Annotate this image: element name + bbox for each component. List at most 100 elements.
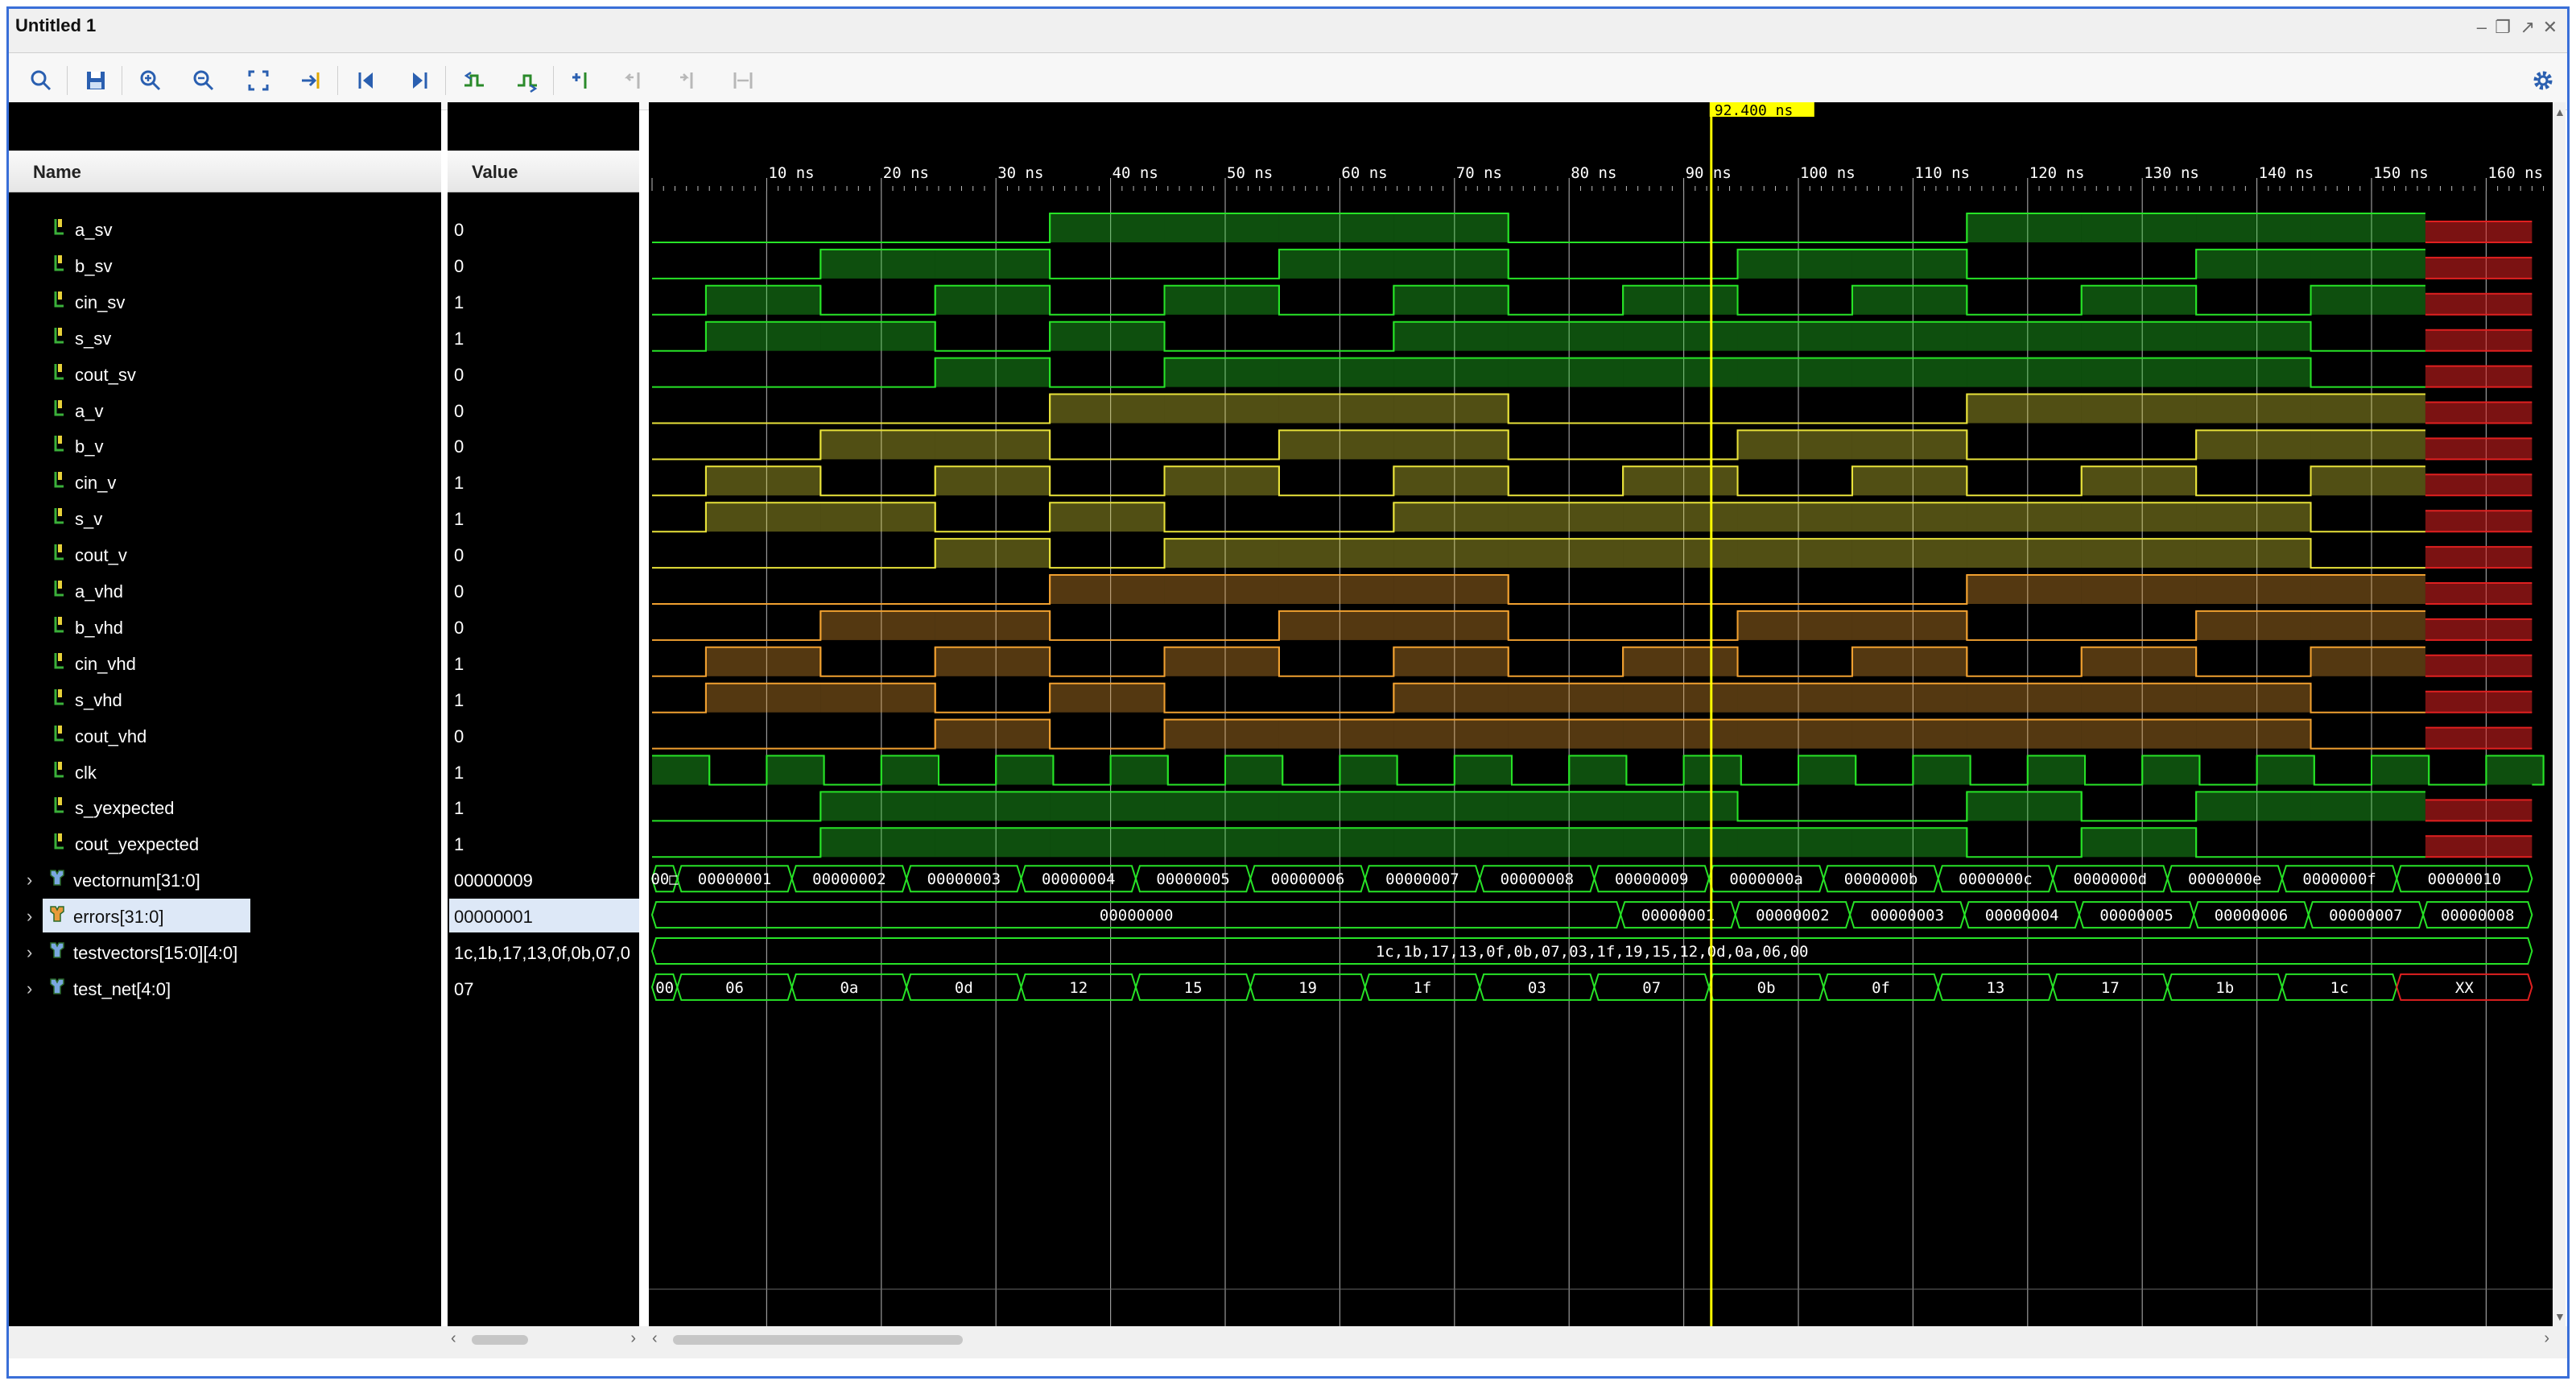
waveform-s-yexpected[interactable]: [652, 791, 2533, 822]
signal-value: 0: [454, 436, 464, 457]
signal-value-cell: 1: [448, 682, 639, 717]
expand-chevron-icon[interactable]: ›: [27, 906, 32, 927]
waveform-cout-yexpected[interactable]: [652, 827, 2533, 858]
waveform-scrollbar[interactable]: ‹ ›: [649, 1329, 2553, 1349]
bus-value-label: 0000000c: [1959, 870, 2033, 888]
signal-row-cout-v[interactable]: cout_v: [9, 537, 441, 573]
signal-row-b-vhd[interactable]: b_vhd: [9, 610, 441, 645]
restore-icon[interactable]: ❐: [2495, 17, 2511, 38]
waveform-clk[interactable]: [652, 755, 2545, 786]
waveform-a-sv[interactable]: [652, 213, 2533, 243]
signal-row-a-vhd[interactable]: a_vhd: [9, 573, 441, 609]
expand-chevron-icon[interactable]: ›: [27, 978, 32, 999]
next-transition-icon[interactable]: [511, 64, 543, 97]
name-column-header[interactable]: Name: [9, 151, 441, 192]
signal-row-cout-sv[interactable]: cout_sv: [9, 357, 441, 392]
signal-row-a-v[interactable]: a_v: [9, 393, 441, 428]
waveform-b-v[interactable]: [652, 429, 2533, 461]
signal-value: 1: [454, 689, 464, 710]
signal-row-testvectors[interactable]: › testvectors[15:0][4:0]: [9, 935, 441, 970]
signal-row-a-sv[interactable]: a_sv: [9, 212, 441, 247]
waveform-b-vhd[interactable]: [652, 610, 2533, 641]
waveform-cout-v[interactable]: [652, 538, 2533, 569]
next-marker-icon: [672, 64, 704, 97]
bus-value-label: 1c: [2330, 979, 2349, 997]
save-icon[interactable]: [80, 64, 112, 97]
signal-name: cout_sv: [75, 364, 136, 385]
signal-row-cin-vhd[interactable]: cin_vhd: [9, 646, 441, 681]
swap-cursors-icon: [727, 64, 759, 97]
signal-value: 1: [454, 328, 464, 349]
value-column-header[interactable]: Value: [448, 151, 639, 192]
waveform-cin-vhd[interactable]: [652, 646, 2533, 677]
expand-chevron-icon[interactable]: ›: [27, 942, 32, 963]
go-to-start-icon[interactable]: [350, 64, 382, 97]
waveform-s-sv[interactable]: [652, 320, 2533, 352]
bus-value-label: 06: [725, 979, 744, 997]
previous-transition-icon[interactable]: [458, 64, 490, 97]
time-ruler[interactable]: 10 ns 20 ns 30 ns 40 ns 50 ns 60 ns 70 ns 80 ns…: [649, 102, 2556, 191]
expand-chevron-icon[interactable]: ›: [27, 870, 32, 891]
bus-value-label: 03: [1528, 979, 1546, 997]
zoom-in-icon[interactable]: [134, 64, 167, 97]
signal-row-b-v[interactable]: b_v: [9, 428, 441, 464]
bus-errors[interactable]: 00000000 00000001 00000002 00000003 00000004…: [650, 901, 2533, 929]
bus-testvectors[interactable]: 1c,1b,17,13,0f,0b,07,03,1f,19,15,12,0d,0…: [650, 937, 2533, 965]
signal-value-cell: 1: [448, 826, 639, 862]
signal-row-s-v[interactable]: s_v: [9, 501, 441, 536]
signal-row-errors[interactable]: › errors[31:0]: [9, 899, 441, 934]
waveform-cout-vhd[interactable]: [652, 718, 2533, 750]
signal-name: b_v: [75, 436, 104, 457]
signal-row-cin-v[interactable]: cin_v: [9, 465, 441, 500]
bus-vectornum[interactable]: 00□ 00000001 00000002 00000003 00000004 00000…: [650, 865, 2533, 893]
bus-value-label: 0b: [1757, 979, 1776, 997]
waveform-cin-sv[interactable]: [652, 284, 2533, 316]
signal-row-vectornum[interactable]: › vectornum[31:0]: [9, 862, 441, 898]
minimize-icon[interactable]: –: [2477, 17, 2487, 38]
signal-row-b-sv[interactable]: b_sv: [9, 248, 441, 283]
settings-icon[interactable]: [2527, 64, 2559, 97]
bus-value-label: 15: [1184, 979, 1203, 997]
value-scrollbar[interactable]: ‹ ›: [448, 1329, 639, 1349]
signal-name: a_vhd: [75, 581, 123, 602]
window-title: Untitled 1: [15, 15, 97, 35]
waveform-a-v[interactable]: [652, 393, 2533, 424]
bus-value-label: 00000005: [2099, 907, 2174, 924]
signal-row-s-yexpected[interactable]: s_yexpected: [9, 790, 441, 825]
signal-row-cin-sv[interactable]: cin_sv: [9, 284, 441, 320]
waveform-s-vhd[interactable]: [652, 682, 2533, 713]
waveform-s-v[interactable]: [652, 502, 2533, 533]
signal-row-cout-vhd[interactable]: cout_vhd: [9, 718, 441, 754]
waveform-a-vhd[interactable]: [652, 574, 2533, 605]
signal-value: 1: [454, 834, 464, 855]
float-icon[interactable]: ↗: [2520, 17, 2535, 38]
signal-value: 00000009: [454, 870, 533, 891]
go-to-end-icon[interactable]: [403, 64, 436, 97]
signal-row-test-net[interactable]: › test_net[4:0]: [9, 971, 441, 1007]
signal-row-clk[interactable]: clk: [9, 755, 441, 790]
title-bar: Untitled 1 – ❐ ↗ ✕: [9, 9, 2567, 53]
signal-row-s-sv[interactable]: s_sv: [9, 320, 441, 356]
bus-signal-icon: [49, 976, 65, 997]
vertical-scrollbar[interactable]: ▲ ▼: [2553, 102, 2566, 1326]
zoom-out-icon[interactable]: [188, 64, 220, 97]
bus-value-label: 00□: [650, 870, 679, 888]
signal-row-s-vhd[interactable]: s_vhd: [9, 682, 441, 717]
waveform-cin-v[interactable]: [652, 465, 2533, 497]
signal-value: 0: [454, 545, 464, 566]
tick-label: 70 ns: [1456, 164, 1502, 182]
tick-label: 80 ns: [1571, 164, 1616, 182]
waveform-b-sv[interactable]: [652, 248, 2533, 279]
signal-row-cout-yexpected[interactable]: cout_yexpected: [9, 826, 441, 862]
go-to-cursor-icon[interactable]: [295, 64, 328, 97]
signal-name: b_sv: [75, 255, 113, 276]
close-icon[interactable]: ✕: [2543, 17, 2557, 38]
bus-value-label: 00000002: [1756, 907, 1830, 924]
waveform-viewer[interactable]: 10 ns 20 ns 30 ns 40 ns 50 ns 60 ns 70 ns 80 ns…: [649, 102, 2556, 1326]
signal-icon: [52, 325, 68, 346]
waveform-cout-sv[interactable]: [652, 357, 2533, 388]
zoom-fit-icon[interactable]: [242, 64, 275, 97]
add-marker-icon[interactable]: [566, 64, 598, 97]
bus-test-net[interactable]: 00 06 0a 0d 12 15 19 1f 03 07 0b 0f 13 17 1b 1c XX: [650, 973, 2533, 1001]
search-icon[interactable]: [25, 64, 57, 97]
